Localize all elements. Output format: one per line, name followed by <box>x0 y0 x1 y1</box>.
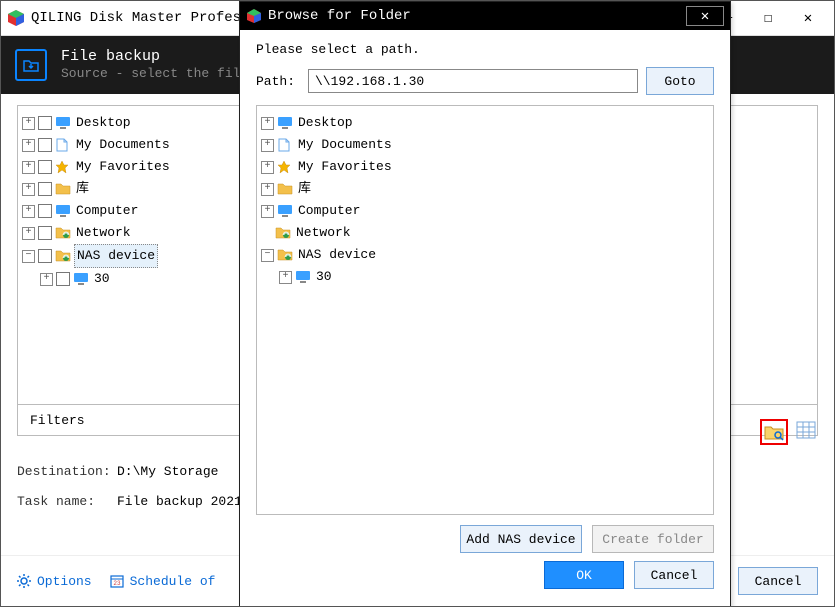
svg-text:23: 23 <box>113 580 121 587</box>
tree-expander[interactable]: + <box>261 183 274 196</box>
schedule-label: Schedule of <box>130 574 216 589</box>
create-folder-button: Create folder <box>592 525 714 553</box>
tree-label: NAS device <box>74 244 158 268</box>
tree-item[interactable]: + Desktop <box>261 112 709 134</box>
tree-checkbox[interactable] <box>38 226 52 240</box>
tree-expander[interactable]: + <box>22 117 35 130</box>
computer-icon <box>277 204 293 218</box>
tree-checkbox[interactable] <box>38 249 52 263</box>
folder-icon <box>55 182 71 196</box>
tree-item[interactable]: +30 <box>279 266 709 288</box>
dialog-close-button[interactable]: ✕ <box>686 6 724 26</box>
path-label: Path: <box>256 74 300 89</box>
monitor-icon <box>73 272 89 286</box>
destination-value: D:\My Storage <box>117 464 218 479</box>
tree-label: Computer <box>296 200 362 222</box>
tree-checkbox[interactable] <box>38 204 52 218</box>
tree-expander[interactable]: − <box>261 249 274 262</box>
tree-label: 30 <box>92 268 112 290</box>
desktop-icon <box>55 116 71 130</box>
tree-expander[interactable]: + <box>279 271 292 284</box>
desktop-icon <box>277 116 293 130</box>
tree-label: Desktop <box>296 112 355 134</box>
schedule-link[interactable]: 23 Schedule of <box>110 574 216 589</box>
network-icon <box>55 226 71 240</box>
dialog-prompt: Please select a path. <box>256 42 714 57</box>
options-label: Options <box>37 574 92 589</box>
tree-expander[interactable]: + <box>40 273 53 286</box>
tree-expander[interactable]: + <box>261 139 274 152</box>
header-subtitle: Source - select the file <box>61 66 248 83</box>
file-backup-icon <box>15 49 47 81</box>
options-link[interactable]: Options <box>17 574 92 589</box>
window-maximize-button[interactable]: ☐ <box>748 6 788 30</box>
dialog-tree-panel[interactable]: +Desktop+My Documents+My Favorites+库+Com… <box>256 105 714 515</box>
tree-expander[interactable]: + <box>261 117 274 130</box>
tree-expander[interactable]: + <box>261 205 274 218</box>
taskname-label: Task name: <box>17 494 117 509</box>
dialog-title: Browse for Folder <box>268 8 411 24</box>
tree-label: 30 <box>314 266 334 288</box>
tree-label: NAS device <box>296 244 378 266</box>
calendar-icon: 23 <box>110 574 124 588</box>
tree-label: My Documents <box>74 134 172 156</box>
dialog-icon <box>246 8 262 24</box>
doc-icon <box>277 138 293 152</box>
storage-plan-icon[interactable] <box>794 419 818 445</box>
browse-destination-button[interactable] <box>760 419 788 445</box>
tree-item[interactable]: + Computer <box>261 200 709 222</box>
dialog-titlebar[interactable]: Browse for Folder ✕ <box>240 2 730 30</box>
dialog-cancel-button[interactable]: Cancel <box>634 561 714 589</box>
tree-checkbox[interactable] <box>38 138 52 152</box>
star-icon <box>55 160 71 174</box>
filters-label: Filters <box>30 413 85 428</box>
browse-folder-dialog: Browse for Folder ✕ Please select a path… <box>239 1 731 607</box>
tree-label: Network <box>74 222 133 244</box>
folder-icon <box>277 182 293 196</box>
nas-icon <box>277 248 293 262</box>
tree-checkbox[interactable] <box>56 272 70 286</box>
window-close-button[interactable]: ✕ <box>788 6 828 30</box>
doc-icon <box>55 138 71 152</box>
gear-icon <box>17 574 31 588</box>
tree-expander[interactable]: + <box>261 161 274 174</box>
tree-item[interactable]: + My Favorites <box>261 156 709 178</box>
tree-item[interactable]: Network <box>261 222 709 244</box>
tree-label: Network <box>294 222 353 244</box>
add-nas-button[interactable]: Add NAS device <box>460 525 582 553</box>
main-cancel-button[interactable]: Cancel <box>738 567 818 595</box>
tree-label: My Favorites <box>296 156 394 178</box>
header-title: File backup <box>61 47 248 67</box>
tree-label: 库 <box>296 178 313 200</box>
tree-label: Desktop <box>74 112 133 134</box>
nas-icon <box>55 249 71 263</box>
computer-icon <box>55 204 71 218</box>
tree-expander[interactable]: + <box>22 205 35 218</box>
tree-item[interactable]: − NAS device <box>261 244 709 266</box>
tree-expander[interactable]: + <box>22 183 35 196</box>
tree-label: My Favorites <box>74 156 172 178</box>
star-icon <box>277 160 293 174</box>
network-icon <box>275 226 291 240</box>
tree-expander[interactable]: + <box>22 139 35 152</box>
tree-expander[interactable]: + <box>22 161 35 174</box>
tree-label: My Documents <box>296 134 394 156</box>
tree-item[interactable]: +库 <box>261 178 709 200</box>
tree-expander[interactable]: − <box>22 250 35 263</box>
taskname-value: File backup 2021- <box>117 494 250 509</box>
destination-label: Destination: <box>17 464 117 479</box>
goto-button[interactable]: Goto <box>646 67 714 95</box>
tree-expander[interactable]: + <box>22 227 35 240</box>
tree-checkbox[interactable] <box>38 182 52 196</box>
app-logo-icon <box>7 9 25 27</box>
tree-label: Computer <box>74 200 140 222</box>
tree-label: 库 <box>74 178 91 200</box>
dialog-ok-button[interactable]: OK <box>544 561 624 589</box>
monitor-icon <box>295 270 311 284</box>
tree-item[interactable]: + My Documents <box>261 134 709 156</box>
tree-checkbox[interactable] <box>38 160 52 174</box>
path-input[interactable] <box>308 69 638 93</box>
tree-checkbox[interactable] <box>38 116 52 130</box>
